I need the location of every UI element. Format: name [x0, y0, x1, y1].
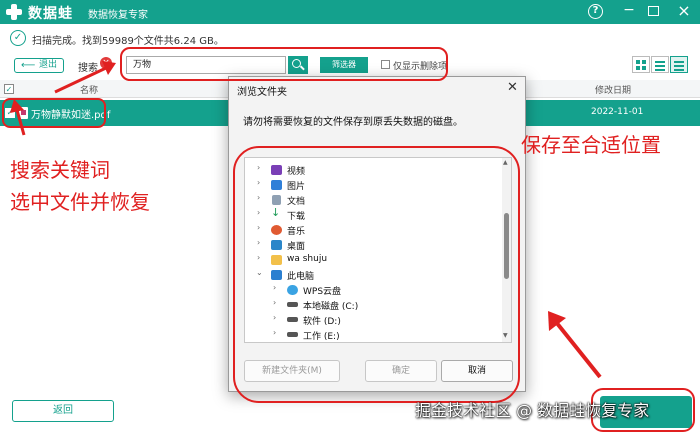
watermark: 掘金技术社区 @ 数据蛙恢复专家 — [415, 401, 650, 420]
annotation-arrows — [10, 61, 602, 379]
annotation-save-note: 保存至合适位置 — [521, 133, 661, 157]
annotation-recover-note: 选中文件并恢复 — [10, 190, 150, 214]
app-window: 数据蛙 数据恢复专家 ? − × ✓ 扫描完成。找到59989个文件共6.24 … — [0, 0, 700, 435]
annotation-search-note: 搜索关键词 — [10, 158, 110, 182]
